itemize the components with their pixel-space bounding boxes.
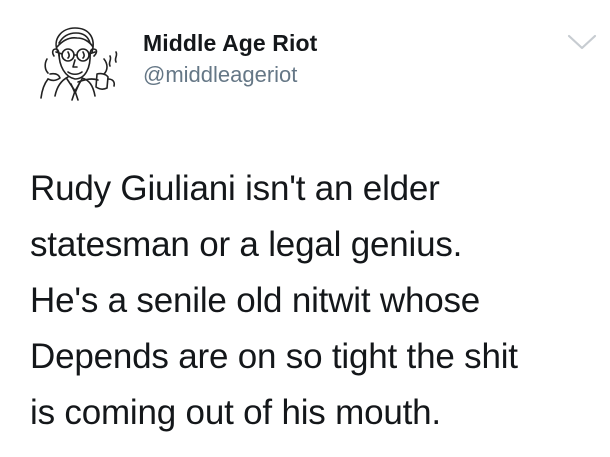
tweet-text-line: is coming out of his mouth. [30,393,441,432]
tweet-card: Middle Age Riot @middleageriot Rudy Giul… [0,0,610,457]
profile-avatar[interactable] [32,18,126,102]
chevron-down-icon [567,34,597,50]
display-name[interactable]: Middle Age Riot [143,29,317,57]
tweet-text-line: Depends are on so tight the shit [30,337,518,376]
tweet-text: Rudy Giuliani isn't an elder statesman o… [30,161,605,441]
vintage-man-pipe-icon [40,27,118,101]
tweet-menu-button[interactable] [567,33,597,53]
account-handle[interactable]: @middleageriot [143,61,297,89]
tweet-text-line: statesman or a legal genius. [30,225,463,264]
tweet-text-line: He's a senile old nitwit whose [30,281,481,320]
tweet-text-line: Rudy Giuliani isn't an elder [30,169,440,208]
tweet-header: Middle Age Riot @middleageriot [0,0,610,120]
